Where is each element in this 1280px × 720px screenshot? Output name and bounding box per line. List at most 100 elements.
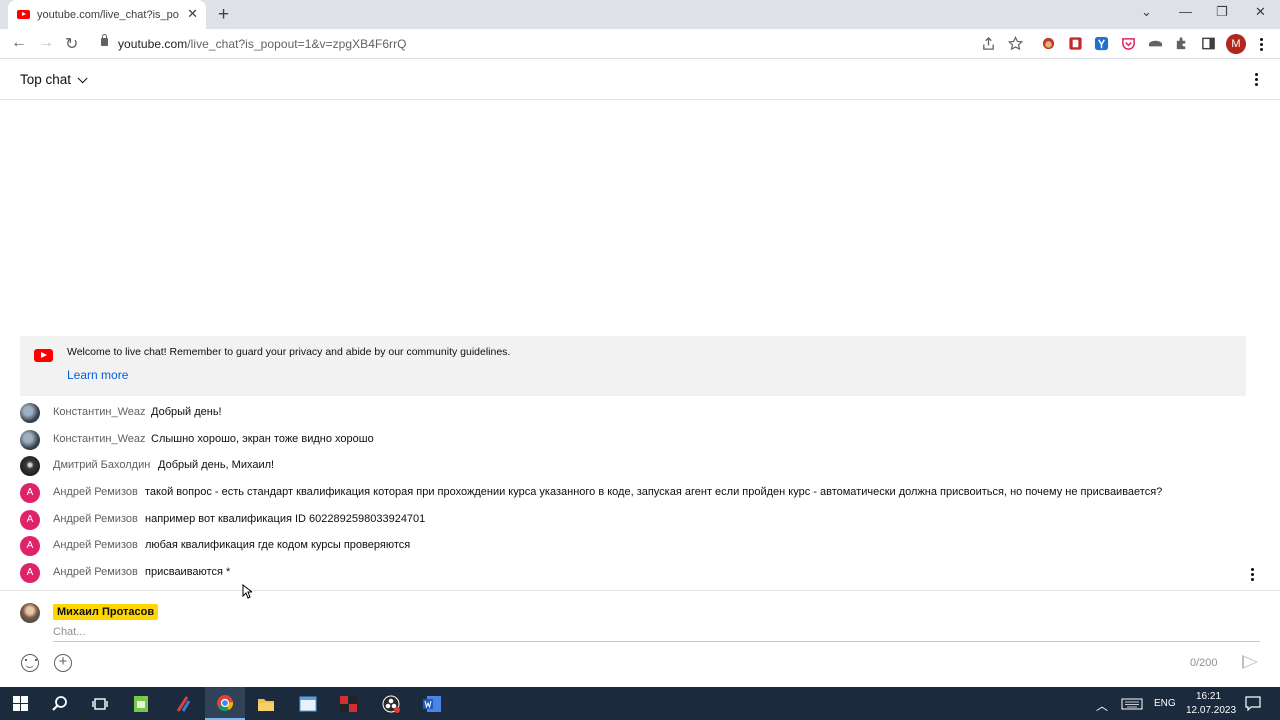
avatar[interactable]: А xyxy=(20,483,40,503)
url-host: youtube.com xyxy=(118,37,188,51)
message-author[interactable]: Константин_Weaz xyxy=(53,406,146,418)
send-button[interactable] xyxy=(1242,655,1258,669)
taskbar-app-explorer[interactable] xyxy=(246,687,286,720)
mouse-cursor-icon xyxy=(242,584,252,599)
forward-button[interactable]: → xyxy=(38,34,54,52)
chat-message[interactable]: А Андрей Ремизов любая квалификация где … xyxy=(20,536,1240,558)
browser-menu-icon[interactable] xyxy=(1260,38,1264,53)
start-button[interactable] xyxy=(0,687,40,720)
new-tab-button[interactable]: + xyxy=(218,4,229,26)
pocket-icon[interactable] xyxy=(1121,36,1136,51)
chat-menu-icon[interactable] xyxy=(1255,73,1259,88)
message-text: присваиваются * xyxy=(145,566,231,578)
message-text: такой вопрос - есть стандарт квалификаци… xyxy=(145,486,1163,498)
message-author[interactable]: Андрей Ремизов xyxy=(53,566,138,578)
chat-message[interactable]: А Андрей Ремизов присваиваются * xyxy=(20,563,1254,585)
avatar[interactable] xyxy=(20,456,40,476)
welcome-banner: Welcome to live chat! Remember to guard … xyxy=(20,336,1246,396)
browser-tab[interactable]: youtube.com/live_chat?is_popout=1&v=zpgX… xyxy=(8,0,206,29)
message-text: Добрый день! xyxy=(151,406,222,418)
extension-3-icon[interactable] xyxy=(1148,36,1163,51)
avatar[interactable]: А xyxy=(20,536,40,556)
avatar[interactable] xyxy=(20,430,40,450)
message-author[interactable]: Андрей Ремизов xyxy=(53,513,138,525)
taskbar-app-tool[interactable] xyxy=(163,687,203,720)
obs-icon xyxy=(382,695,400,713)
taskbar-app-word[interactable] xyxy=(412,687,452,720)
folder-icon xyxy=(258,698,274,711)
taskbar-app-window[interactable] xyxy=(288,687,328,720)
game-app-icon xyxy=(340,695,357,712)
browser-toolbar: ← → ↻ youtube.com/live_chat?is_popout=1&… xyxy=(0,29,1280,59)
current-user-name: Михаил Протасов xyxy=(53,604,159,620)
chat-message[interactable]: Дмитрий Бахолдин Добрый день, Михаил! xyxy=(20,456,1240,478)
youtube-favicon-icon xyxy=(17,10,30,19)
extension-1-icon[interactable] xyxy=(1041,36,1056,51)
search-button[interactable] xyxy=(40,687,80,720)
tool-app-icon xyxy=(176,695,191,712)
clock-time[interactable]: 16:21 xyxy=(1196,691,1221,702)
restore-button[interactable]: ❐ xyxy=(1216,4,1228,20)
learn-more-link[interactable]: Learn more xyxy=(67,368,128,382)
chat-header: Top chat xyxy=(0,59,1280,100)
message-author[interactable]: Андрей Ремизов xyxy=(53,539,138,551)
close-window-button[interactable]: ✕ xyxy=(1255,4,1266,20)
bookmark-star-icon[interactable] xyxy=(1008,36,1023,51)
minimize-button[interactable]: — xyxy=(1179,4,1192,19)
message-author[interactable]: Дмитрий Бахолдин xyxy=(53,459,150,471)
message-text: Слышно хорошо, экран тоже видно хорошо xyxy=(151,433,374,445)
back-button[interactable]: ← xyxy=(11,34,27,52)
keyboard-icon[interactable] xyxy=(1121,698,1143,710)
message-menu-icon[interactable] xyxy=(1251,568,1255,583)
clock-date[interactable]: 12.07.2023 xyxy=(1186,705,1236,716)
task-view-icon xyxy=(92,697,108,710)
windows-logo-icon xyxy=(12,696,28,711)
avatar[interactable]: А xyxy=(20,563,40,583)
task-view-button[interactable] xyxy=(80,687,120,720)
share-icon[interactable] xyxy=(981,36,996,51)
notepad-app-icon xyxy=(134,695,148,712)
chat-input[interactable]: Chat... xyxy=(53,624,1260,642)
taskbar-app-chrome[interactable] xyxy=(205,687,245,720)
add-button[interactable]: + xyxy=(54,654,72,672)
search-icon xyxy=(52,695,67,711)
tab-title: youtube.com/live_chat?is_popout=1&v=zpgX… xyxy=(37,8,179,21)
avatar[interactable]: А xyxy=(20,510,40,530)
chat-message[interactable]: Константин_Weaz Добрый день! xyxy=(20,403,1240,425)
chat-message[interactable]: Константин_Weaz Слышно хорошо, экран тож… xyxy=(20,430,1240,452)
close-tab-icon[interactable]: ✕ xyxy=(187,6,198,22)
side-panel-icon[interactable] xyxy=(1201,36,1216,51)
chat-message[interactable]: А Андрей Ремизов например вот квалификац… xyxy=(20,510,1240,532)
extensions-puzzle-icon[interactable] xyxy=(1174,36,1189,51)
message-text: например вот квалификация ID 60228925980… xyxy=(145,513,426,525)
avatar[interactable] xyxy=(20,403,40,423)
url-path: /live_chat?is_popout=1&v=zpgXB4F6rrQ xyxy=(187,37,407,51)
lock-icon[interactable] xyxy=(101,34,108,46)
taskbar-app-notes[interactable] xyxy=(121,687,161,720)
message-author[interactable]: Андрей Ремизов xyxy=(53,486,138,498)
extension-2-icon[interactable] xyxy=(1068,36,1083,51)
taskbar-app-game[interactable] xyxy=(329,687,369,720)
emoji-button[interactable] xyxy=(21,654,39,672)
yandex-extension-icon[interactable] xyxy=(1094,36,1109,51)
message-text: Добрый день, Михаил! xyxy=(158,459,275,471)
address-bar[interactable]: youtube.com/live_chat?is_popout=1&v=zpgX… xyxy=(118,37,407,51)
notification-icon[interactable] xyxy=(1245,696,1261,711)
tray-chevron-up-icon[interactable]: ︿ xyxy=(1096,697,1108,714)
reload-button[interactable]: ↻ xyxy=(65,34,78,54)
browser-tabstrip: youtube.com/live_chat?is_popout=1&v=zpgX… xyxy=(0,0,1280,29)
language-indicator[interactable]: ENG xyxy=(1154,698,1176,709)
profile-avatar[interactable]: M xyxy=(1226,34,1246,54)
chevron-down-icon xyxy=(77,73,88,84)
chat-mode-dropdown[interactable]: Top chat xyxy=(20,72,88,87)
taskbar-app-obs[interactable] xyxy=(371,687,411,720)
message-text: любая квалификация где кодом курсы прове… xyxy=(145,539,411,551)
message-author[interactable]: Константин_Weaz xyxy=(53,433,146,445)
tab-search-icon[interactable]: ⌄ xyxy=(1141,4,1152,20)
chrome-icon xyxy=(217,694,234,711)
welcome-message: Welcome to live chat! Remember to guard … xyxy=(67,346,511,358)
chat-message[interactable]: А Андрей Ремизов такой вопрос - есть ста… xyxy=(20,483,1240,505)
youtube-logo-icon xyxy=(34,349,53,362)
char-counter: 0/200 xyxy=(1190,657,1218,669)
input-divider xyxy=(0,590,1280,591)
